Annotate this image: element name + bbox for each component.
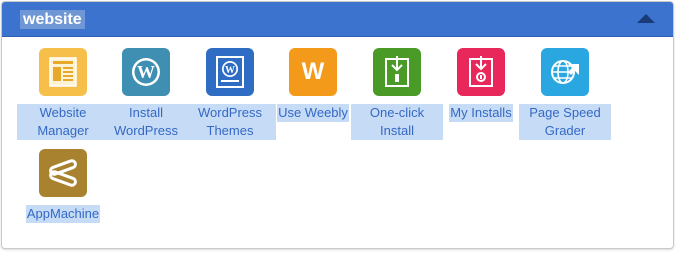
app-tile-page-speed-grader[interactable]: Page Speed Grader <box>519 48 611 140</box>
app-label: Use Weebly <box>277 104 349 122</box>
app-tile-my-installs[interactable]: My Installs <box>435 48 527 122</box>
app-label: Website Manager <box>17 104 109 140</box>
app-label: WordPress Themes <box>184 104 276 140</box>
panel-header: website <box>2 2 673 37</box>
app-label: AppMachine <box>25 205 101 223</box>
app-label: My Installs <box>449 104 513 122</box>
wordpress-theme-icon: W <box>206 48 254 96</box>
app-label: One-click Install <box>351 104 443 140</box>
app-label: Install WordPress <box>100 104 192 140</box>
app-tile-wordpress-themes[interactable]: W WordPress Themes <box>184 48 276 140</box>
download-install-icon <box>373 48 421 96</box>
weebly-icon: W <box>289 48 337 96</box>
weebly-glyph: W <box>301 58 325 85</box>
app-tile-appmachine[interactable]: AppMachine <box>17 149 109 223</box>
globe-arrow-icon <box>541 48 589 96</box>
app-label: Page Speed Grader <box>519 104 611 140</box>
my-installs-icon <box>457 48 505 96</box>
document-page-icon <box>39 48 87 96</box>
svg-text:W: W <box>137 62 155 82</box>
app-tile-install-wordpress[interactable]: W Install WordPress <box>100 48 192 140</box>
appmachine-icon <box>39 149 87 197</box>
panel-title: website <box>20 10 85 29</box>
app-tile-website-manager[interactable]: Website Manager <box>17 48 109 140</box>
app-tile-one-click-install[interactable]: One-click Install <box>351 48 443 140</box>
app-tile-use-weebly[interactable]: W Use Weebly <box>267 48 359 122</box>
wordpress-icon: W <box>122 48 170 96</box>
triangle-up-icon[interactable] <box>637 14 655 23</box>
website-panel: website Website Manager W Install WordPr… <box>1 1 674 249</box>
svg-text:W: W <box>225 65 235 76</box>
